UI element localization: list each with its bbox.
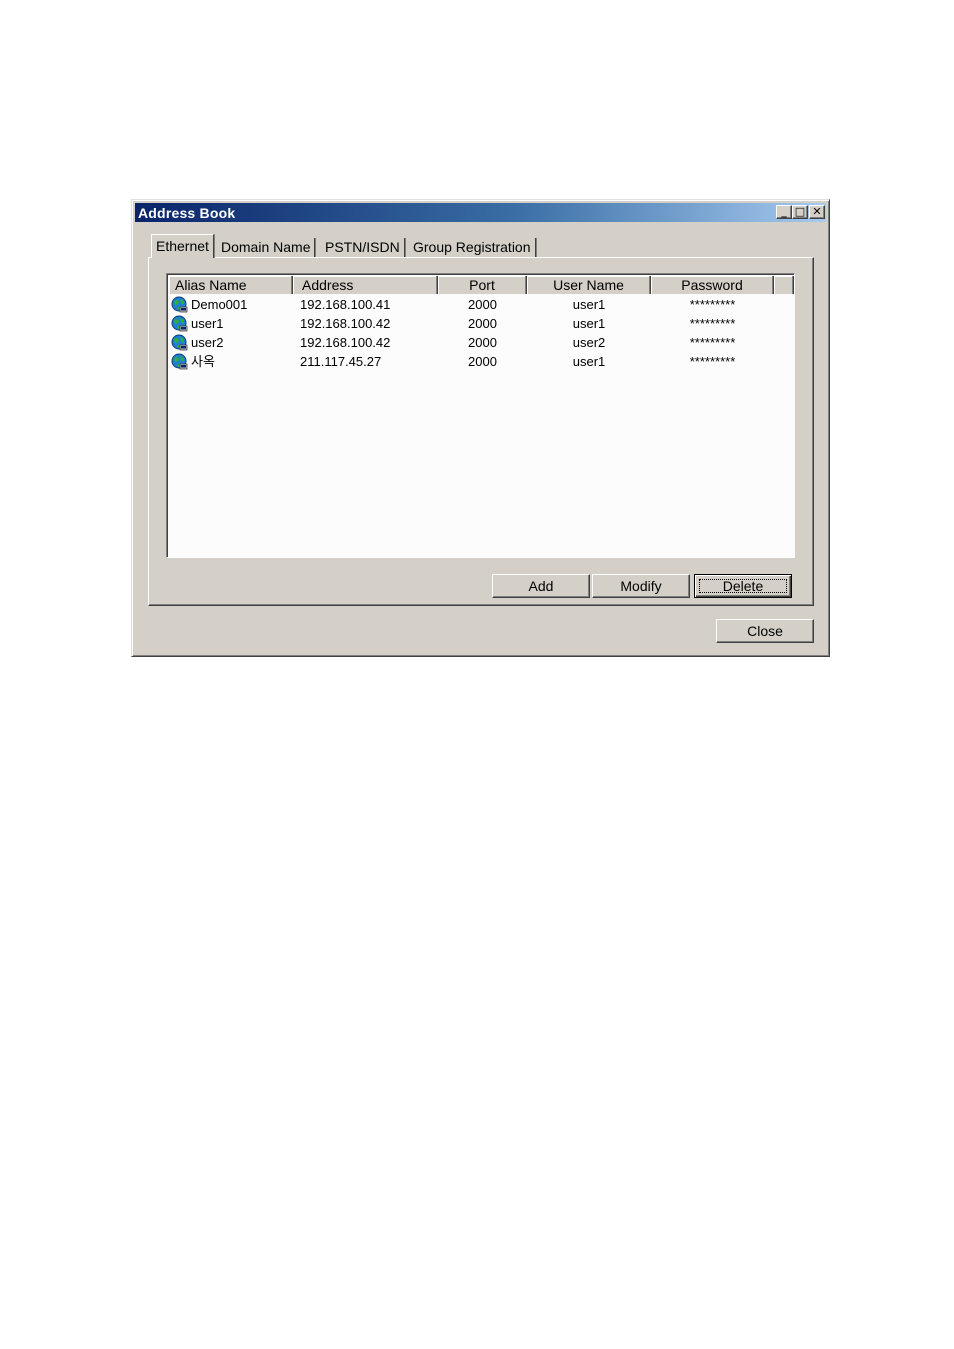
maximize-icon: □ — [794, 205, 806, 218]
add-button[interactable]: Add — [492, 574, 590, 598]
cell-port: 2000 — [468, 335, 497, 350]
address-list[interactable]: Alias Name Address Port User Name Passwo… — [166, 273, 795, 558]
cell-user-name: user1 — [572, 354, 606, 369]
tab-ethernet[interactable]: Ethernet — [151, 234, 214, 258]
address-book-window: Address Book _ □ ✕ Ethernet Domain Name … — [131, 199, 830, 657]
delete-button[interactable]: Delete — [694, 574, 792, 598]
cell-port: 2000 — [468, 297, 497, 312]
table-row[interactable]: user2 192.168.100.42 2000 user2 ********* — [169, 333, 789, 352]
tab-group-registration[interactable]: Group Registration — [409, 238, 536, 257]
cell-alias: Demo001 — [191, 297, 248, 312]
column-header-password[interactable]: Password — [651, 276, 774, 294]
table-row[interactable]: Demo001 192.168.100.41 2000 user1 ********* — [169, 295, 789, 314]
globe-computer-icon — [171, 334, 188, 351]
cell-port: 2000 — [468, 354, 497, 369]
column-header-filler — [774, 276, 794, 294]
cell-password: ********* — [689, 335, 736, 350]
minimize-icon: _ — [781, 205, 787, 218]
cell-address: 192.168.100.41 — [300, 297, 391, 312]
cell-user-name: user2 — [572, 335, 606, 350]
delete-button-label: Delete — [722, 578, 764, 594]
minimize-button[interactable]: _ — [776, 205, 792, 219]
cell-alias: user2 — [191, 335, 224, 350]
table-row[interactable]: 사옥 211.117.45.27 2000 user1 ********* — [169, 352, 789, 371]
title-bar[interactable]: Address Book _ □ ✕ — [135, 203, 826, 222]
close-icon: ✕ — [812, 205, 822, 218]
list-header: Alias Name Address Port User Name Passwo… — [169, 276, 794, 294]
cell-user-name: user1 — [572, 316, 606, 331]
column-header-alias[interactable]: Alias Name — [169, 276, 293, 294]
table-row[interactable]: user1 192.168.100.42 2000 user1 ********* — [169, 314, 789, 333]
cell-user-name: user1 — [572, 297, 606, 312]
ethernet-tab-panel: Alias Name Address Port User Name Passwo… — [148, 257, 814, 606]
cell-address: 192.168.100.42 — [300, 316, 391, 331]
cell-address: 211.117.45.27 — [300, 354, 382, 369]
modify-button[interactable]: Modify — [592, 574, 690, 598]
globe-computer-icon — [171, 315, 188, 332]
close-button[interactable]: Close — [716, 619, 814, 643]
column-header-port[interactable]: Port — [438, 276, 527, 294]
globe-computer-icon — [171, 353, 188, 370]
cell-address: 192.168.100.42 — [300, 335, 391, 350]
maximize-button[interactable]: □ — [792, 205, 808, 219]
cell-password: ********* — [689, 297, 736, 312]
cell-alias: 사옥 — [191, 354, 215, 369]
column-header-address[interactable]: Address — [293, 276, 438, 294]
tab-domain-name[interactable]: Domain Name — [217, 238, 316, 257]
cell-password: ********* — [689, 316, 736, 331]
cell-password: ********* — [689, 354, 736, 369]
globe-computer-icon — [171, 296, 188, 313]
cell-alias: user1 — [191, 316, 224, 331]
close-window-button[interactable]: ✕ — [809, 205, 825, 219]
cell-port: 2000 — [468, 316, 497, 331]
tab-pstn-isdn[interactable]: PSTN/ISDN — [321, 238, 405, 257]
window-title: Address Book — [138, 205, 236, 221]
column-header-user-name[interactable]: User Name — [527, 276, 651, 294]
